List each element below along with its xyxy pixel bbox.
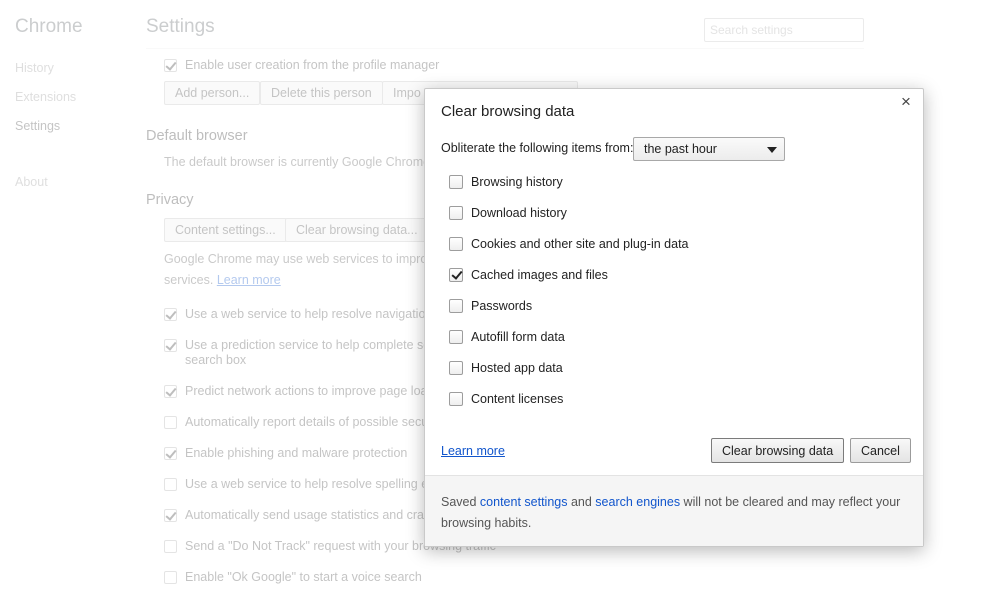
passwords-checkbox[interactable]: Passwords — [449, 296, 532, 316]
checkbox-box[interactable] — [449, 206, 463, 220]
autofill-checkbox[interactable]: Autofill form data — [449, 327, 565, 347]
browsing-history-checkbox[interactable]: Browsing history — [449, 172, 563, 192]
checkbox-box[interactable] — [449, 361, 463, 375]
checkbox-label: Content licenses — [471, 392, 564, 406]
cookies-checkbox[interactable]: Cookies and other site and plug-in data — [449, 234, 689, 254]
search-engines-link[interactable]: search engines — [595, 495, 680, 509]
cached-images-checkbox[interactable]: Cached images and files — [449, 265, 608, 285]
content-licenses-checkbox[interactable]: Content licenses — [449, 389, 563, 409]
checkbox-label: Cached images and files — [471, 268, 608, 282]
checkbox-label: Hosted app data — [471, 361, 563, 375]
dialog-footer: Saved content settings and search engine… — [425, 475, 923, 546]
checkbox-box[interactable] — [449, 299, 463, 313]
time-period-select[interactable]: the past hour — [633, 137, 785, 161]
close-icon[interactable]: × — [899, 93, 913, 110]
checkbox-label: Download history — [471, 206, 567, 220]
checkbox-box[interactable] — [449, 392, 463, 406]
clear-browsing-data-dialog: Clear browsing data × Obliterate the fol… — [424, 88, 924, 547]
footer-middle: and — [567, 495, 596, 509]
period-label: Obliterate the following items from: — [441, 141, 634, 155]
checkbox-label: Autofill form data — [471, 330, 565, 344]
hosted-app-data-checkbox[interactable]: Hosted app data — [449, 358, 563, 378]
chevron-down-icon — [767, 147, 777, 153]
download-history-checkbox[interactable]: Download history — [449, 203, 567, 223]
checkbox-label: Passwords — [471, 299, 533, 313]
clear-browsing-data-confirm-button[interactable]: Clear browsing data — [711, 438, 845, 463]
checkbox-box[interactable] — [449, 175, 463, 189]
checkbox-box[interactable] — [449, 268, 463, 282]
cancel-button[interactable]: Cancel — [850, 438, 911, 463]
time-period-value: the past hour — [644, 142, 717, 156]
checkbox-label: Browsing history — [471, 175, 563, 189]
checkbox-label: Cookies and other site and plug-in data — [471, 237, 689, 251]
footer-prefix: Saved — [441, 495, 480, 509]
checkbox-box[interactable] — [449, 237, 463, 251]
learn-more-link[interactable]: Learn more — [441, 444, 505, 458]
content-settings-link[interactable]: content settings — [480, 495, 568, 509]
dialog-title: Clear browsing data — [441, 103, 575, 120]
checkbox-box[interactable] — [449, 330, 463, 344]
